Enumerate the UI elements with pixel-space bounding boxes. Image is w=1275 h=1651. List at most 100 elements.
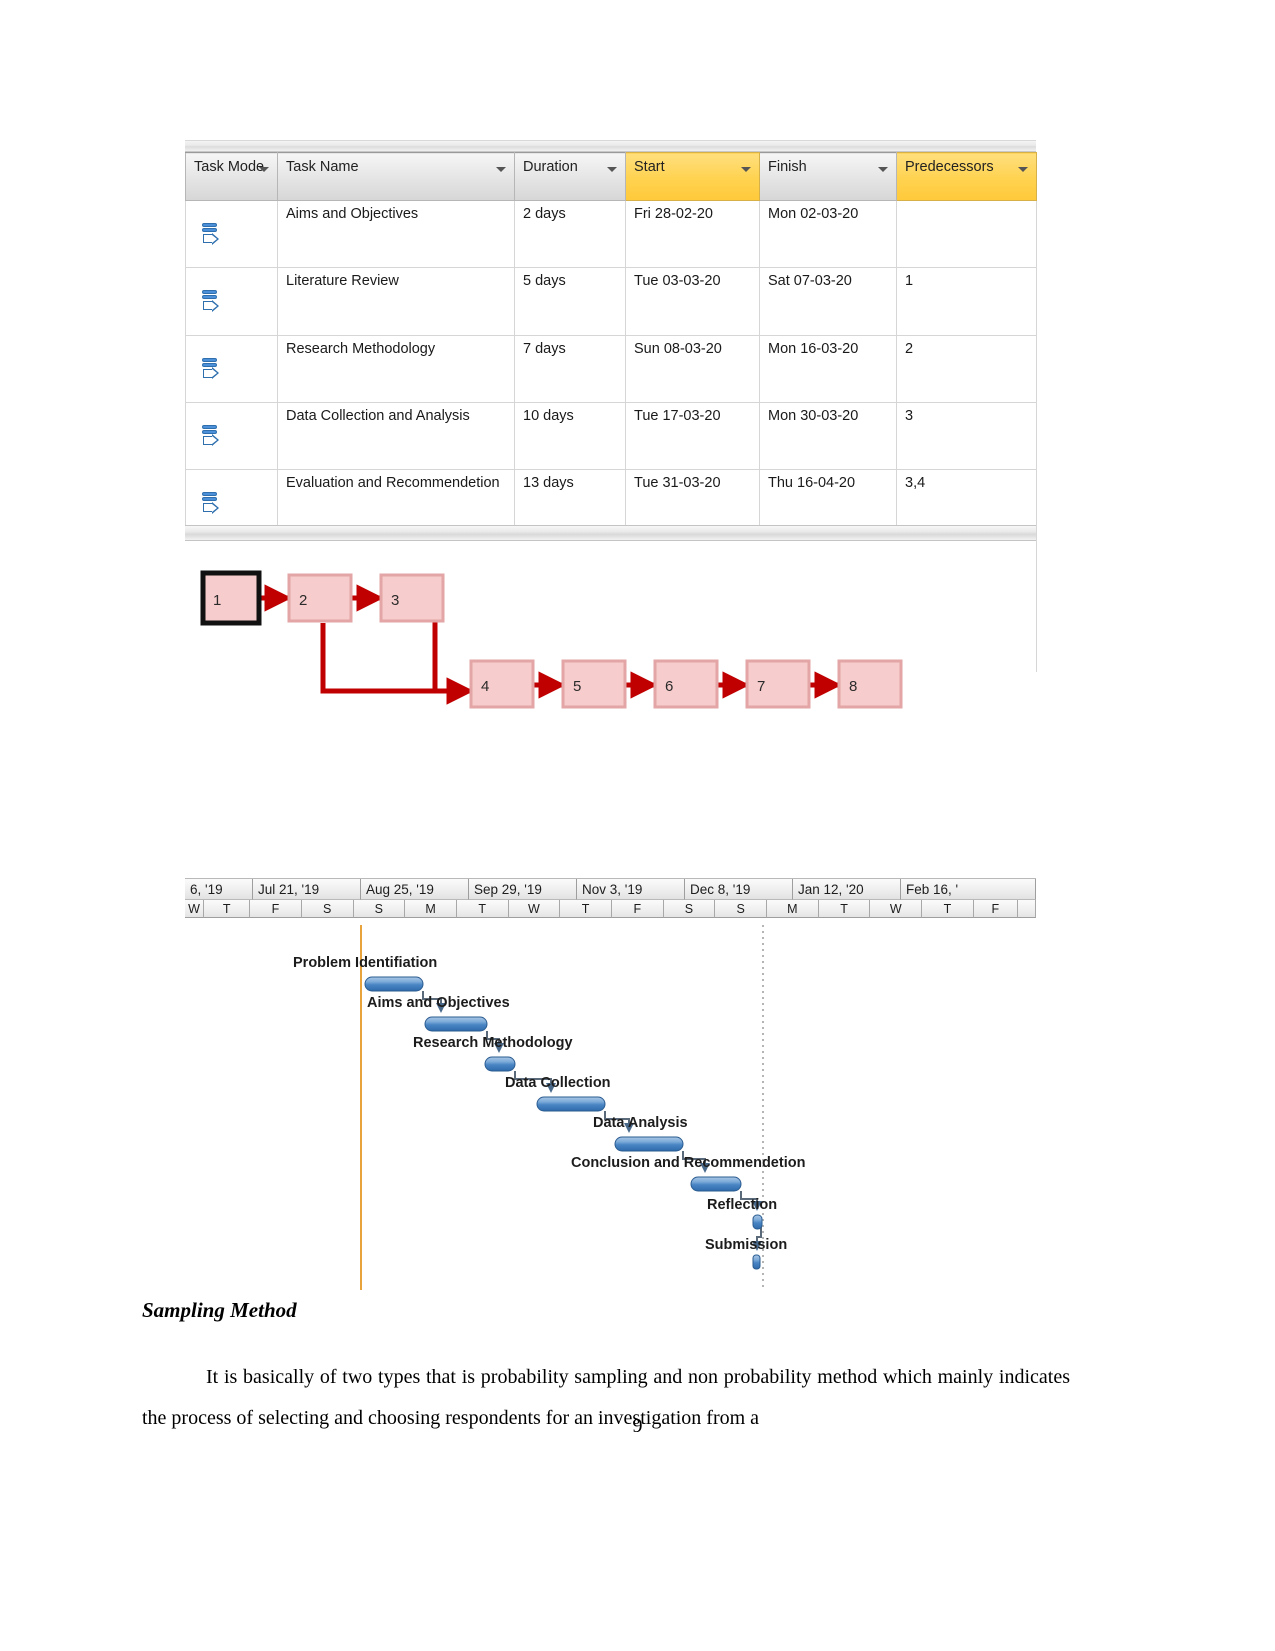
gantt-timescale-months: 6, '19 Jul 21, '19 Aug 25, '19 Sep 29, '…: [185, 879, 1036, 900]
cell-task-mode[interactable]: [185, 267, 278, 336]
cell-predecessors[interactable]: 3: [896, 401, 1037, 471]
gantt-bar-data-collection[interactable]: [536, 1096, 606, 1112]
network-node-5[interactable]: 5: [561, 659, 627, 709]
chevron-down-icon[interactable]: [741, 167, 751, 172]
gantt-top-strip: [185, 870, 1036, 878]
manually-scheduled-icon: [202, 491, 222, 515]
timescale-day: T: [456, 900, 509, 918]
timescale-day: W: [185, 900, 205, 918]
gantt-bar-research-methodology[interactable]: [484, 1056, 516, 1072]
gantt-timescale-header: 6, '19 Jul 21, '19 Aug 25, '19 Sep 29, '…: [185, 878, 1036, 918]
timescale-month: 6, '19: [185, 879, 253, 900]
timescale-month: Dec 8, '19: [685, 879, 793, 900]
network-node-7[interactable]: 7: [745, 659, 811, 709]
gantt-bars: [364, 976, 763, 1270]
manually-scheduled-icon: [202, 289, 222, 313]
network-node-4[interactable]: 4: [469, 659, 535, 709]
column-header-label: Start: [634, 159, 665, 175]
gantt-task-label-reflection: Reflection: [707, 1197, 778, 1213]
timescale-month: Nov 3, '19: [577, 879, 685, 900]
timescale-day: F: [250, 900, 302, 918]
network-node-3[interactable]: 3: [379, 573, 445, 623]
chevron-down-icon[interactable]: [496, 167, 506, 172]
manually-scheduled-icon: [202, 357, 222, 381]
column-header-start[interactable]: Start: [625, 152, 760, 201]
project-toolbar-strip: [185, 140, 1036, 152]
column-header-label: Predecessors: [905, 159, 994, 175]
timescale-month: Aug 25, '19: [361, 879, 469, 900]
cell-start[interactable]: Fri 28-02-20: [625, 199, 760, 269]
cell-task-mode[interactable]: [185, 401, 278, 471]
cell-finish[interactable]: Mon 30-03-20: [759, 401, 897, 471]
network-node-label: 7: [757, 678, 765, 695]
gantt-task-label-problem-identifiation: Problem Identifiation: [293, 955, 438, 971]
cell-task-name[interactable]: Aims and Objectives: [277, 199, 515, 269]
cell-predecessors[interactable]: [896, 199, 1037, 269]
network-node-label: 5: [573, 678, 581, 695]
timescale-day: S: [353, 900, 406, 918]
cell-finish[interactable]: Mon 02-03-20: [759, 199, 897, 269]
cell-task-name[interactable]: Data Collection and Analysis: [277, 401, 515, 471]
cell-duration[interactable]: 5 days: [514, 267, 626, 336]
table-row[interactable]: Literature Review 5 days Tue 03-03-20 Sa…: [185, 267, 1037, 336]
column-header-task-name[interactable]: Task Name: [277, 152, 515, 201]
network-node-label: 3: [391, 592, 399, 609]
timescale-day: S: [301, 900, 354, 918]
cell-task-name[interactable]: Research Methodology: [277, 334, 515, 403]
gantt-bar-reflection[interactable]: [752, 1214, 763, 1230]
cell-start[interactable]: Sun 08-03-20: [625, 334, 760, 403]
timescale-day: F: [973, 900, 1018, 918]
timescale-day: M: [405, 900, 457, 918]
table-row[interactable]: Research Methodology 7 days Sun 08-03-20…: [185, 334, 1037, 403]
column-header-task-mode[interactable]: Task Mode: [185, 152, 278, 201]
manually-scheduled-icon: [202, 222, 222, 246]
network-diagram-figure: 1 2 3 4 5 6 7 8: [185, 525, 1036, 865]
table-row[interactable]: Aims and Objectives 2 days Fri 28-02-20 …: [185, 199, 1037, 269]
timescale-day: M: [767, 900, 819, 918]
chevron-down-icon[interactable]: [1018, 167, 1028, 172]
network-node-label: 6: [665, 678, 673, 695]
gantt-bar-aims-and-objectives[interactable]: [424, 1016, 488, 1032]
chevron-down-icon[interactable]: [878, 167, 888, 172]
cell-task-mode[interactable]: [185, 199, 278, 269]
network-node-1[interactable]: 1: [200, 570, 262, 626]
column-header-predecessors[interactable]: Predecessors: [896, 152, 1037, 201]
timescale-day: T: [922, 900, 974, 918]
cell-start[interactable]: Tue 03-03-20: [625, 267, 760, 336]
cell-duration[interactable]: 2 days: [514, 199, 626, 269]
cell-duration[interactable]: 7 days: [514, 334, 626, 403]
network-node-label: 4: [481, 678, 489, 695]
network-node-8[interactable]: 8: [837, 659, 903, 709]
chevron-down-icon[interactable]: [259, 167, 269, 172]
cell-finish[interactable]: Sat 07-03-20: [759, 267, 897, 336]
network-node-6[interactable]: 6: [653, 659, 719, 709]
cell-predecessors[interactable]: 1: [896, 267, 1037, 336]
chevron-down-icon[interactable]: [607, 167, 617, 172]
gantt-timescale-days: W T F S S M T W T F S S M T W T F: [185, 900, 1036, 918]
gantt-canvas: Problem Identifiation Aims and Objective…: [185, 925, 1036, 1290]
gantt-bar-conclusion-and-recommendetion[interactable]: [690, 1176, 742, 1192]
column-header-finish[interactable]: Finish: [759, 152, 897, 201]
network-node-2[interactable]: 2: [287, 573, 353, 623]
timescale-month: Feb 16, ': [901, 879, 1036, 900]
gantt-bar-problem-identifiation[interactable]: [364, 976, 424, 992]
gantt-bar-data-analysis[interactable]: [614, 1136, 684, 1152]
column-header-label: Task Name: [286, 159, 359, 175]
cell-finish[interactable]: Mon 16-03-20: [759, 334, 897, 403]
gantt-task-label-aims-and-objectives: Aims and Objectives: [367, 995, 510, 1011]
cell-predecessors[interactable]: 2: [896, 334, 1037, 403]
manually-scheduled-icon: [202, 424, 222, 448]
cell-task-name[interactable]: Literature Review: [277, 267, 515, 336]
table-header-row: Task Mode Task Name Duration Start Finis…: [185, 152, 1037, 201]
timescale-day: T: [818, 900, 871, 918]
timescale-month: Jul 21, '19: [253, 879, 361, 900]
timescale-day: F: [611, 900, 664, 918]
page-number: 9: [632, 1415, 643, 1437]
cell-task-mode[interactable]: [185, 334, 278, 403]
column-header-label: Task Mode: [194, 159, 265, 175]
cell-duration[interactable]: 10 days: [514, 401, 626, 471]
column-header-duration[interactable]: Duration: [514, 152, 626, 201]
table-row[interactable]: Data Collection and Analysis 10 days Tue…: [185, 401, 1037, 471]
cell-start[interactable]: Tue 17-03-20: [625, 401, 760, 471]
gantt-bar-submission[interactable]: [752, 1254, 761, 1270]
